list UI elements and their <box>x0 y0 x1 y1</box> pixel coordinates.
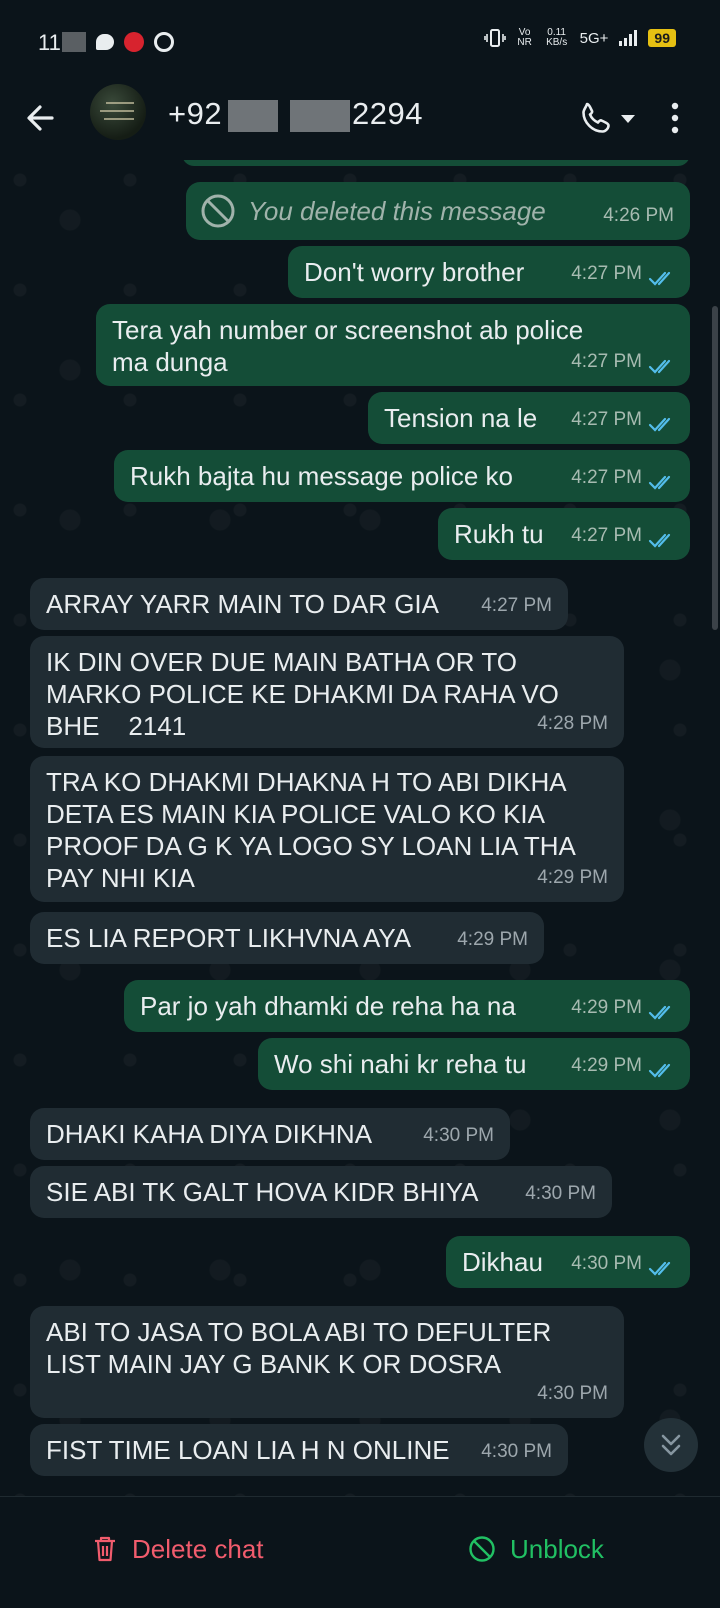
message-bubble-outgoing[interactable]: Dikhau 4:30 PM <box>446 1236 690 1288</box>
message-bubble-incoming[interactable]: ABI TO JASA TO BOLA ABI TO DEFULTER LIST… <box>30 1306 624 1418</box>
battery-indicator: 99 <box>648 29 676 47</box>
status-time-redacted <box>62 32 86 52</box>
network-speed-unit: KB/s <box>546 37 568 48</box>
message-bubble-outgoing[interactable]: Don't worry brother 4:27 PM <box>288 246 690 298</box>
status-bar: 11 Vo NR 0.11 KB/s 5G+ 99 <box>0 0 720 82</box>
message-bubble-incoming[interactable]: SIE ABI TK GALT HOVA KIDR BHIYA 4:30 PM <box>30 1166 612 1218</box>
message-time: 4:30 PM <box>537 1383 608 1404</box>
read-receipt-icon <box>648 533 671 548</box>
double-chevron-down-icon <box>661 1434 681 1456</box>
previous-message-edge <box>182 160 690 166</box>
message-time: 4:30 PM <box>525 1183 596 1204</box>
message-text: You deleted this message <box>248 196 546 226</box>
message-text: FIST TIME LOAN LIA H N ONLINE <box>46 1435 450 1465</box>
message-text: Par jo yah dhamki de reha ha na <box>140 991 516 1021</box>
message-time: 4:27 PM <box>571 525 642 546</box>
read-receipt-icon <box>648 475 671 490</box>
unblock-icon <box>469 1536 495 1562</box>
trash-icon <box>95 1536 115 1562</box>
signal-icon <box>619 30 638 46</box>
message-bubble-outgoing[interactable]: Tera yah number or screenshot ab police … <box>96 304 690 386</box>
read-receipt-icon <box>648 1261 671 1276</box>
chat-scrollbar[interactable] <box>712 306 718 630</box>
message-time: 4:29 PM <box>537 867 608 888</box>
read-receipt-icon <box>648 271 671 286</box>
read-receipt-icon <box>648 359 671 374</box>
read-receipt-icon <box>648 417 671 432</box>
message-bubble-outgoing[interactable]: Tension na le 4:27 PM <box>368 392 690 444</box>
message-bubble-outgoing[interactable]: You deleted this message 4:26 PM <box>186 182 690 240</box>
unblock-label: Unblock <box>510 1533 604 1564</box>
message-text: Wo shi nahi kr reha tu <box>274 1049 527 1079</box>
message-text: SIE ABI TK GALT HOVA KIDR BHIYA <box>46 1177 479 1207</box>
network-speed: 0.11 KB/s <box>544 28 570 48</box>
message-time: 4:28 PM <box>537 713 608 734</box>
message-text: Tension na le <box>384 403 538 433</box>
blocked-footer: Delete chat Unblock <box>0 1496 720 1608</box>
message-text: Dikhau <box>462 1247 543 1277</box>
vibrate-icon <box>483 29 506 47</box>
message-bubble-outgoing[interactable]: Wo shi nahi kr reha tu 4:29 PM <box>258 1038 690 1090</box>
back-arrow-icon[interactable] <box>22 98 62 138</box>
message-text: ES LIA REPORT LIKHVNA AYA <box>46 923 412 953</box>
voice-call-icon[interactable] <box>572 94 620 142</box>
network-type: 5G+ <box>579 29 609 47</box>
scroll-to-bottom-button[interactable] <box>644 1418 698 1472</box>
whatsapp-notification-icon <box>154 32 174 52</box>
message-text: DHAKI KAHA DIYA DIKHNA <box>46 1119 373 1149</box>
more-options-icon[interactable] <box>660 94 690 142</box>
phone-redacted-2 <box>290 100 350 132</box>
volte-indicator: Vo NR <box>517 27 532 48</box>
message-text: IK DIN OVER DUE MAIN BATHA OR TO MARKO P… <box>46 647 559 741</box>
message-time: 4:29 PM <box>571 997 642 1018</box>
message-time: 4:27 PM <box>571 351 642 372</box>
message-bubble-outgoing[interactable]: Rukh bajta hu message police ko 4:27 PM <box>114 450 690 502</box>
message-bubble-outgoing[interactable]: Par jo yah dhamki de reha ha na 4:29 PM <box>124 980 690 1032</box>
message-bubble-incoming[interactable]: ARRAY YARR MAIN TO DAR GIA 4:27 PM <box>30 578 568 630</box>
phone-prefix: +92 <box>168 96 223 131</box>
status-right: Vo NR 0.11 KB/s 5G+ 99 <box>483 27 676 48</box>
message-text: ABI TO JASA TO BOLA ABI TO DEFULTER LIST… <box>46 1317 552 1379</box>
chat-header: +92 2294 <box>0 82 720 160</box>
message-bubble-incoming[interactable]: FIST TIME LOAN LIA H N ONLINE 4:30 PM <box>30 1424 568 1476</box>
delete-chat-button[interactable]: Delete chat <box>92 1519 264 1579</box>
message-text: Rukh tu <box>454 519 544 549</box>
delete-chat-label: Delete chat <box>132 1533 264 1564</box>
message-bubble-incoming[interactable]: TRA KO DHAKMI DHAKNA H TO ABI DIKHA DETA… <box>30 756 624 902</box>
call-dropdown-icon[interactable] <box>616 94 640 142</box>
deleted-message-icon <box>201 194 235 228</box>
message-time: 4:29 PM <box>571 1055 642 1076</box>
message-time: 4:27 PM <box>571 409 642 430</box>
phone-suffix: 2294 <box>352 96 423 131</box>
message-time: 4:30 PM <box>571 1253 642 1274</box>
message-text: Tera yah number or screenshot ab police … <box>112 315 584 377</box>
message-bubble-incoming[interactable]: DHAKI KAHA DIYA DIKHNA 4:30 PM <box>30 1108 510 1160</box>
phone-redacted-1 <box>228 100 278 132</box>
contact-avatar[interactable] <box>90 84 146 140</box>
message-bubble-incoming[interactable]: ES LIA REPORT LIKHVNA AYA 4:29 PM <box>30 912 544 964</box>
message-time: 4:30 PM <box>481 1441 552 1462</box>
status-time: 11 <box>38 30 61 55</box>
unblock-button[interactable]: Unblock <box>468 1519 604 1579</box>
read-receipt-icon <box>648 1063 671 1078</box>
message-text: Rukh bajta hu message police ko <box>130 461 514 491</box>
message-time: 4:27 PM <box>481 595 552 616</box>
message-time: 4:30 PM <box>423 1125 494 1146</box>
message-bubble-outgoing[interactable]: Rukh tu 4:27 PM <box>438 508 690 560</box>
message-text: Don't worry brother <box>304 257 525 287</box>
message-time: 4:27 PM <box>571 467 642 488</box>
chat-notification-icon <box>96 34 114 50</box>
message-time: 4:26 PM <box>603 205 674 226</box>
message-text: ARRAY YARR MAIN TO DAR GIA <box>46 589 439 619</box>
message-bubble-incoming[interactable]: IK DIN OVER DUE MAIN BATHA OR TO MARKO P… <box>30 636 624 748</box>
message-time: 4:27 PM <box>571 263 642 284</box>
jio-icon <box>124 32 144 52</box>
message-text: TRA KO DHAKMI DHAKNA H TO ABI DIKHA DETA… <box>46 767 576 893</box>
contact-name[interactable]: +92 <box>168 96 222 132</box>
chat-messages[interactable]: You deleted this message 4:26 PM Don't w… <box>0 160 720 1496</box>
message-time: 4:29 PM <box>457 929 528 950</box>
read-receipt-icon <box>648 1005 671 1020</box>
